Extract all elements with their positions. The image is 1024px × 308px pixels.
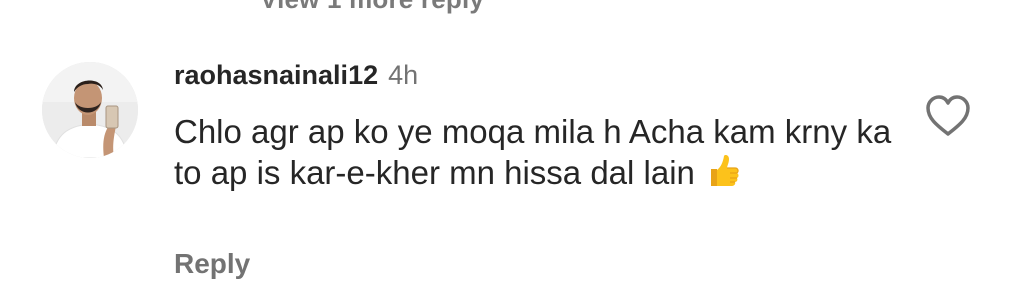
comment-timestamp: 4h [388,60,419,90]
heart-outline-icon[interactable] [924,94,972,138]
comment-text: Chlo agr ap ko ye moqa mila h Acha kam k… [174,113,892,191]
username[interactable]: raohasnainali12 [174,60,378,90]
comment-item: raohasnainali12 4h Chlo agr ap ko ye moqa… [0,0,1024,308]
avatar[interactable] [42,62,138,158]
comment-text-block: Chlo agr ap ko ye moqa mila h Acha kam k… [174,112,894,199]
thumbs-up-emoji-icon [703,152,741,199]
comment-header: raohasnainali12 4h [174,58,418,92]
reply-button[interactable]: Reply [174,247,250,281]
avatar-photo [42,62,138,158]
comment-thread: View 1 more reply raohas [0,0,1024,308]
